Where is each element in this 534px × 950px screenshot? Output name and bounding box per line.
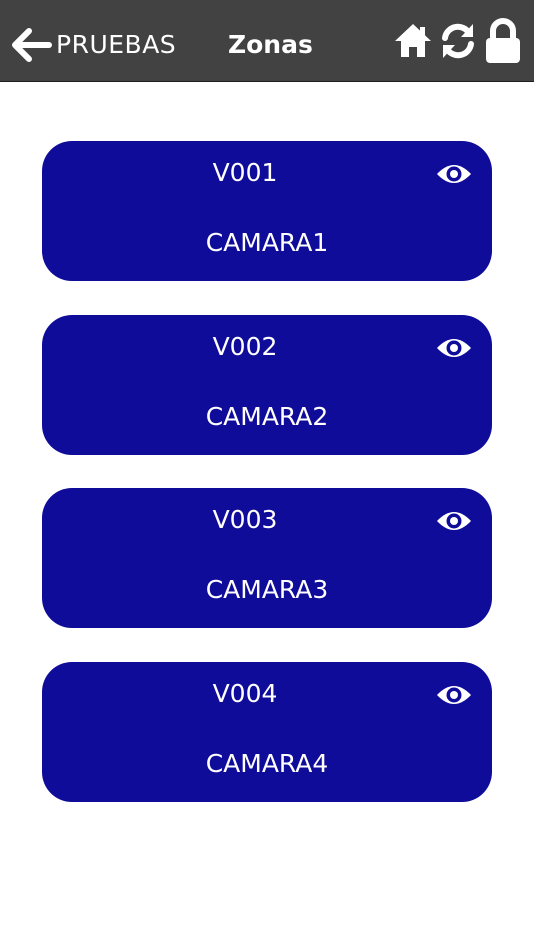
- arrow-left-icon: [12, 28, 52, 62]
- header-actions: [394, 18, 522, 64]
- zone-name: CAMARA3: [205, 575, 329, 604]
- eye-icon[interactable]: [436, 509, 472, 533]
- zone-card[interactable]: V003 CAMARA3: [42, 488, 492, 628]
- zone-card[interactable]: V004 CAMARA4: [42, 662, 492, 802]
- home-icon[interactable]: [394, 22, 432, 60]
- zone-code: V002: [212, 332, 278, 361]
- zone-code: V004: [212, 679, 278, 708]
- eye-icon[interactable]: [436, 162, 472, 186]
- zone-code: V001: [212, 158, 278, 187]
- back-label: PRUEBAS: [56, 30, 177, 59]
- top-navigation-bar: PRUEBAS Zonas: [0, 0, 534, 82]
- zone-code: V003: [212, 505, 278, 534]
- refresh-icon[interactable]: [440, 21, 476, 61]
- lock-icon[interactable]: [484, 18, 522, 64]
- eye-icon[interactable]: [436, 336, 472, 360]
- zone-card[interactable]: V002 CAMARA2: [42, 315, 492, 455]
- page-title: Zonas: [228, 30, 313, 59]
- back-button[interactable]: PRUEBAS: [12, 28, 176, 62]
- eye-icon[interactable]: [436, 683, 472, 707]
- zone-name: CAMARA1: [205, 228, 329, 257]
- zone-name: CAMARA2: [205, 402, 329, 431]
- zone-name: CAMARA4: [205, 749, 329, 778]
- zone-card[interactable]: V001 CAMARA1: [42, 141, 492, 281]
